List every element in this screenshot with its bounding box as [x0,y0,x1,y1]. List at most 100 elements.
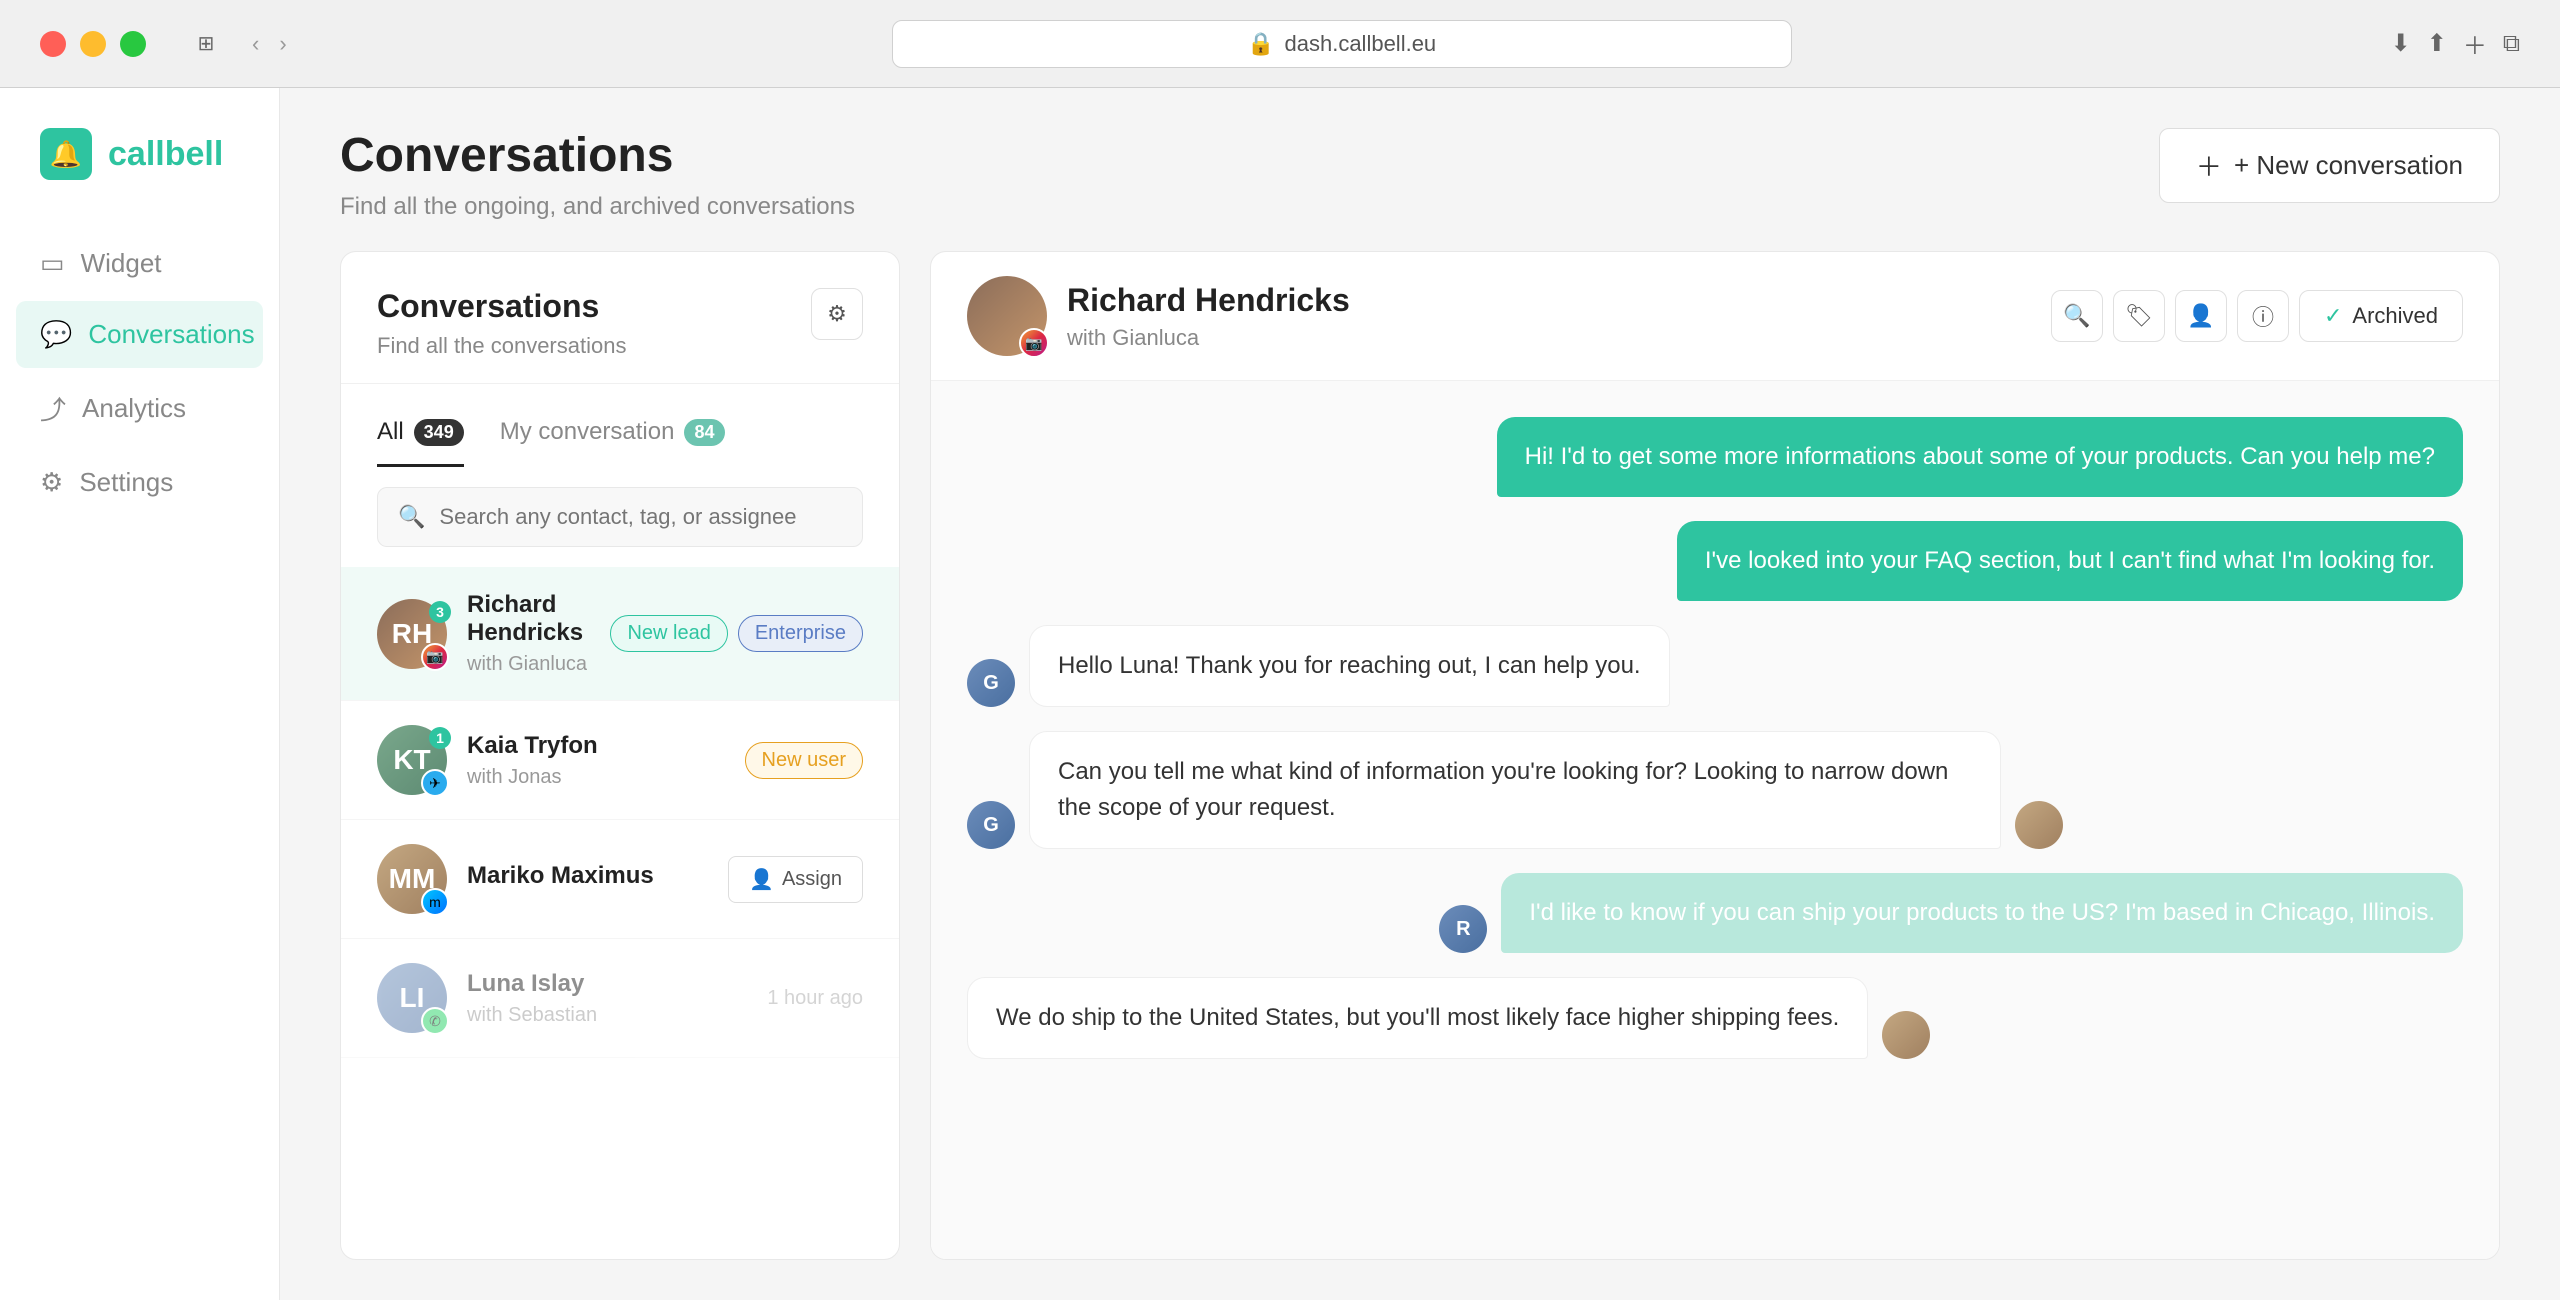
archived-button[interactable]: ✓ Archived [2299,290,2463,342]
share-icon[interactable]: ⬆ [2427,29,2447,58]
conv-name-kaia: Kaia Tryfon [467,732,725,760]
content-panels: Conversations Find all the conversations… [280,251,2560,1300]
chat-assign-button[interactable]: 👤 [2175,290,2227,342]
page-title-block: Conversations Find all the ongoing, and … [340,128,855,221]
message-bubble-1: Hi! I'd to get some more informations ab… [1497,417,2463,497]
tab-my-conversation[interactable]: My conversation 84 [500,404,725,467]
close-button[interactable] [40,31,66,57]
chat-tag-button[interactable]: 🏷 [2113,290,2165,342]
message-row-1: Hi! I'd to get some more informations ab… [967,417,2463,497]
chat-search-button[interactable]: 🔍 [2051,290,2103,342]
message-bubble-2: I've looked into your FAQ section, but I… [1677,521,2463,601]
chat-header-actions: 🔍 🏷 👤 ⓘ ✓ Archived [2051,290,2463,342]
minimize-button[interactable] [80,31,106,57]
conversation-item-mariko[interactable]: MM m Mariko Maximus 👤 Assign [341,820,899,939]
tab-all[interactable]: All 349 [377,404,464,467]
conv-sub-kaia: with Jonas [467,766,725,789]
browser-chrome: ⊞ ‹ › 🔒 dash.callbell.eu ⬇ ⬆ ＋ ⧉ [0,0,2560,88]
sidebar-item-settings[interactable]: ⚙ Settings [16,449,263,516]
conv-sub-richard: with Gianluca [467,653,590,676]
sidebar-item-analytics[interactable]: ⤴ Analytics [16,372,263,445]
tabs-icon[interactable]: ⧉ [2503,30,2520,58]
tag-icon: 🏷 [2125,303,2153,329]
chat-user-sub: with Gianluca [1067,325,2031,351]
panel-header-row: Conversations Find all the conversations… [377,288,863,359]
new-tab-icon[interactable]: ＋ [2463,26,2487,61]
logo-text: callbell [108,135,223,174]
widget-icon: ▭ [40,248,65,279]
panel-title: Conversations [377,288,626,325]
message-row-4: G Can you tell me what kind of informati… [967,731,2463,849]
traffic-lights [40,31,146,57]
tag-enterprise: Enterprise [738,615,863,652]
check-icon: ✓ [2324,303,2342,329]
conv-info-mariko: Mariko Maximus [467,862,708,896]
message-row-5: R I'd like to know if you can ship your … [967,873,2463,953]
chat-user-info: Richard Hendricks with Gianluca [1067,282,2031,351]
notification-dot-richard: 3 [429,601,451,623]
conversation-list: RH 📷 3 Richard Hendricks with Gianluca N… [341,567,899,1259]
chat-user-name: Richard Hendricks [1067,282,2031,319]
sidebar-item-label-settings: Settings [79,467,173,498]
browser-nav-buttons: ‹ › [246,31,293,57]
conversations-icon: 💬 [40,319,72,350]
assign-user-icon: 👤 [2187,303,2214,329]
notification-dot-kaia: 1 [429,727,451,749]
panel-header-text: Conversations Find all the conversations [377,288,626,359]
sidebar-item-widget[interactable]: ▭ Widget [16,230,263,297]
avatar-wrap-mariko: MM m [377,844,447,914]
telegram-badge-kaia: ✈ [421,769,449,797]
address-bar[interactable]: 🔒 dash.callbell.eu [892,20,1792,68]
instagram-badge-richard: 📷 [421,643,449,671]
analytics-icon: ⤴ [40,390,66,427]
sidebar-nav: ▭ Widget 💬 Conversations ⤴ Analytics ⚙ S… [0,230,279,516]
page-header: Conversations Find all the ongoing, and … [280,88,2560,251]
conv-name-luna: Luna Islay [467,970,747,998]
conversation-item-luna[interactable]: LI ✆ Luna Islay with Sebastian 1 hour ag… [341,939,899,1058]
app-window: 🔔 callbell ▭ Widget 💬 Conversations ⤴ An… [0,88,2560,1300]
panel-settings-button[interactable]: ⚙ [811,288,863,340]
tag-new-lead: New lead [610,615,727,652]
sidebar-item-label-conversations: Conversations [88,319,254,350]
conversations-panel: Conversations Find all the conversations… [340,251,900,1260]
user-avatar-3: R [1439,905,1487,953]
whatsapp-badge-luna: ✆ [421,1007,449,1035]
conv-name-mariko: Mariko Maximus [467,862,708,890]
search-bar: 🔍 [377,487,863,547]
message-bubble-6: We do ship to the United States, but you… [967,977,1868,1059]
conv-sub-luna: with Sebastian [467,1004,747,1027]
archived-label: Archived [2352,303,2438,329]
settings-icon: ⚙ [40,467,63,498]
gear-icon: ⚙ [827,301,847,327]
avatar-wrap-kaia: KT ✈ 1 [377,725,447,795]
assign-button-mariko[interactable]: 👤 Assign [728,856,863,903]
conv-time-luna: 1 hour ago [767,987,863,1010]
search-input[interactable] [439,504,842,530]
back-button[interactable]: ‹ [246,31,265,57]
forward-button[interactable]: › [273,31,292,57]
panel-header: Conversations Find all the conversations… [341,252,899,384]
logo-icon: 🔔 [40,128,92,180]
url-text: dash.callbell.eu [1285,31,1437,57]
tag-new-user: New user [745,742,863,779]
search-icon: 🔍 [398,504,425,530]
download-icon[interactable]: ⬇ [2391,29,2411,58]
chat-header: 📷 Richard Hendricks with Gianluca 🔍 🏷 [931,252,2499,381]
sidebar-item-label-analytics: Analytics [82,393,186,424]
conv-info-richard: Richard Hendricks with Gianluca [467,591,590,676]
sidebar-item-label-widget: Widget [81,248,162,279]
panel-panel-subtitle: Find all the conversations [377,333,626,359]
search-icon: 🔍 [2063,303,2090,329]
plus-icon: ＋ [2196,147,2222,184]
sidebar-toggle-button[interactable]: ⊞ [186,26,226,62]
messenger-badge-mariko: m [421,888,449,916]
info-icon: ⓘ [2252,300,2274,332]
sidebar: 🔔 callbell ▭ Widget 💬 Conversations ⤴ An… [0,88,280,1300]
new-conversation-button[interactable]: ＋ + New conversation [2159,128,2500,203]
conversation-item-richard[interactable]: RH 📷 3 Richard Hendricks with Gianluca N… [341,567,899,701]
maximize-button[interactable] [120,31,146,57]
chat-info-button[interactable]: ⓘ [2237,290,2289,342]
sidebar-item-conversations[interactable]: 💬 Conversations [16,301,263,368]
conversation-item-kaia[interactable]: KT ✈ 1 Kaia Tryfon with Jonas New user [341,701,899,820]
tab-all-label: All [377,418,404,446]
